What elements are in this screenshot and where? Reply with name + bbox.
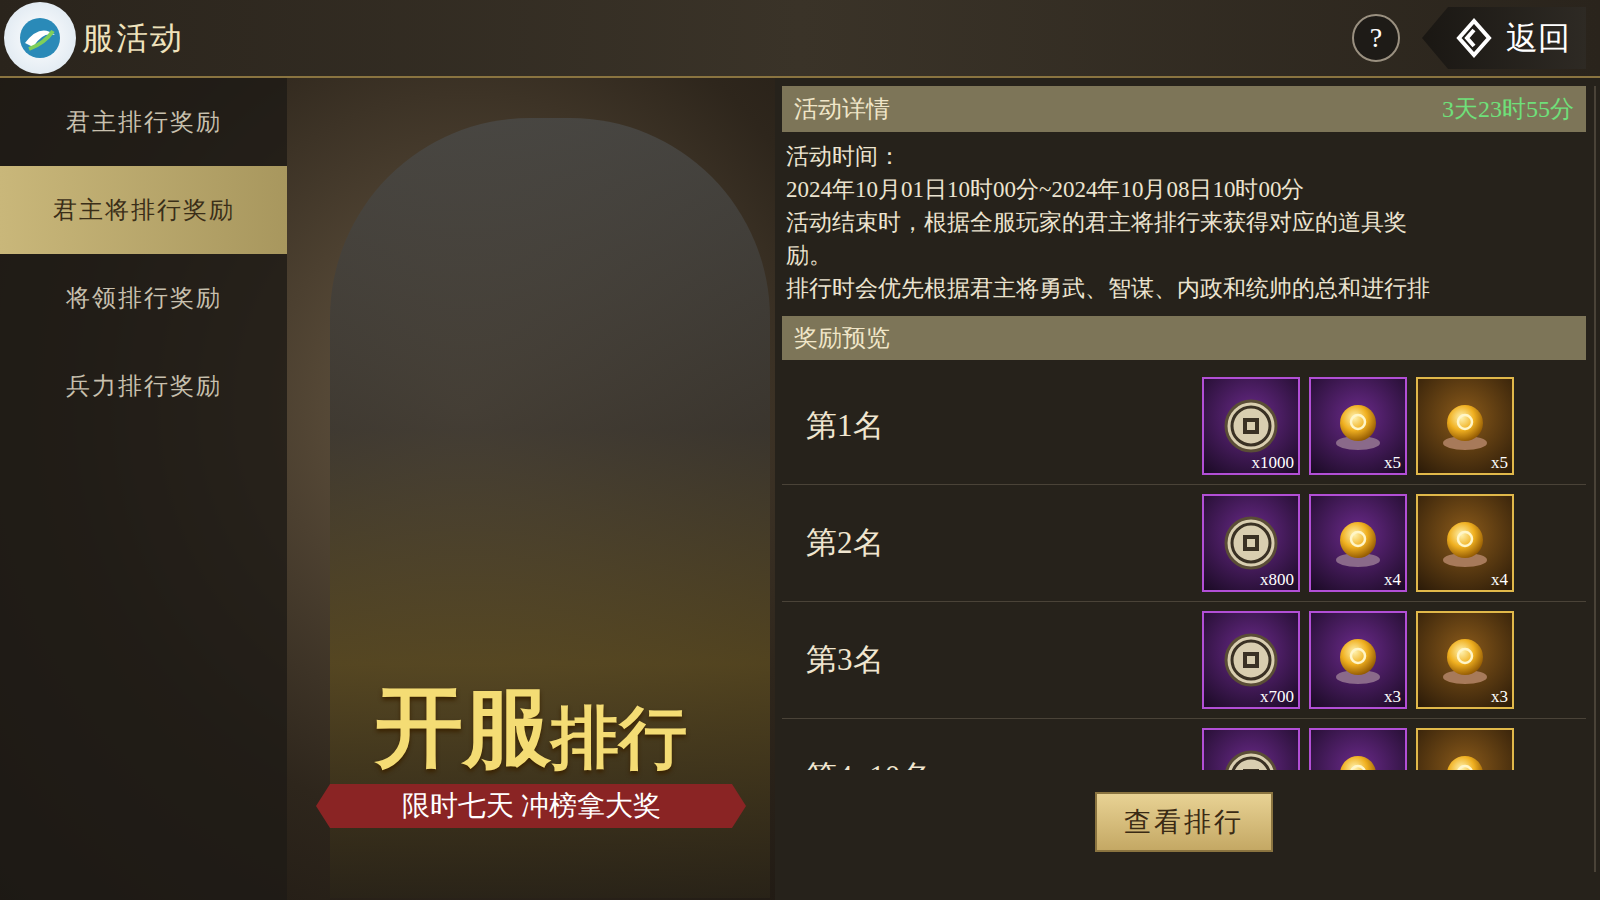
reward-item[interactable]: x4 [1416, 494, 1514, 592]
reward-row: 第3名x700x3x3 [782, 602, 1586, 719]
details-text: 活动时间：2024年10月01日10时00分~2024年10月08日10时00分… [782, 132, 1586, 312]
coin-icon [1223, 515, 1279, 571]
sidebar-item[interactable]: 将领排行奖励 [0, 254, 287, 342]
reward-item[interactable] [1202, 728, 1300, 770]
item-count: x700 [1260, 688, 1294, 705]
banner-subtitle: 限时七天 冲榜拿大奖 [316, 784, 746, 828]
item-count: x800 [1260, 571, 1294, 588]
illustration: 君主排行奖励君主将排行奖励将领排行奖励兵力排行奖励开服排行限时七天 冲榜拿大奖 [0, 78, 775, 900]
orb-icon [1327, 746, 1389, 770]
reward-row: 第2名x800x4x4 [782, 485, 1586, 602]
figure-art [330, 118, 770, 898]
orb-icon [1327, 629, 1389, 691]
orb-icon [1434, 512, 1496, 574]
back-arrow-icon [1456, 18, 1492, 58]
banner-title: 开服排行 [375, 684, 687, 772]
detail-panel: 活动详情3天23时55分活动时间：2024年10月01日10时00分~2024年… [775, 78, 1600, 900]
item-count: x5 [1491, 454, 1508, 471]
orb-icon [1434, 629, 1496, 691]
item-count: x4 [1384, 571, 1401, 588]
sidebar-item[interactable]: 君主将排行奖励 [0, 166, 287, 254]
reward-item[interactable]: x1000 [1202, 377, 1300, 475]
logo-icon [4, 2, 76, 74]
coin-icon [1223, 632, 1279, 688]
back-button[interactable]: 返回 [1422, 7, 1586, 69]
app: 服活动?返回君主排行奖励君主将排行奖励将领排行奖励兵力排行奖励开服排行限时七天 … [0, 0, 1600, 900]
reward-row: 第1名x1000x5x5 [782, 368, 1586, 485]
item-count: x4 [1491, 571, 1508, 588]
orb-icon [1327, 395, 1389, 457]
top-bar: 服活动? 返回 [0, 0, 1600, 78]
reward-item[interactable]: x3 [1309, 611, 1407, 709]
orb-icon [1434, 746, 1496, 770]
view-ranking-button[interactable]: 查看排行 [1095, 792, 1273, 852]
reward-item[interactable]: x700 [1202, 611, 1300, 709]
countdown: 3天23时55分 [1442, 91, 1574, 127]
rewards-header: 奖励预览 [782, 316, 1586, 360]
coin-icon [1223, 749, 1279, 770]
page-title: 服活动 [82, 14, 184, 62]
reward-row: 第4~10名 [782, 719, 1586, 770]
item-count: x1000 [1252, 454, 1295, 471]
details-header: 活动详情3天23时55分 [782, 86, 1586, 132]
coin-icon [1223, 398, 1279, 454]
sidebar-item[interactable]: 兵力排行奖励 [0, 342, 287, 430]
reward-item[interactable] [1309, 728, 1407, 770]
item-count: x3 [1491, 688, 1508, 705]
reward-item[interactable]: x3 [1416, 611, 1514, 709]
sidebar: 君主排行奖励君主将排行奖励将领排行奖励兵力排行奖励 [0, 78, 287, 900]
reward-item[interactable]: x800 [1202, 494, 1300, 592]
help-button[interactable]: ? [1352, 14, 1400, 62]
sidebar-item[interactable]: 君主排行奖励 [0, 78, 287, 166]
orb-icon [1434, 395, 1496, 457]
reward-item[interactable]: x5 [1309, 377, 1407, 475]
reward-item[interactable] [1416, 728, 1514, 770]
reward-item[interactable]: x4 [1309, 494, 1407, 592]
orb-icon [1327, 512, 1389, 574]
body: 君主排行奖励君主将排行奖励将领排行奖励兵力排行奖励开服排行限时七天 冲榜拿大奖活… [0, 78, 1600, 900]
reward-item[interactable]: x5 [1416, 377, 1514, 475]
item-count: x3 [1384, 688, 1401, 705]
reward-list: 第1名x1000x5x5第2名x800x4x4第3名x700x3x3第4~10名 [782, 360, 1586, 770]
item-count: x5 [1384, 454, 1401, 471]
banner: 开服排行限时七天 冲榜拿大奖 [287, 78, 775, 900]
